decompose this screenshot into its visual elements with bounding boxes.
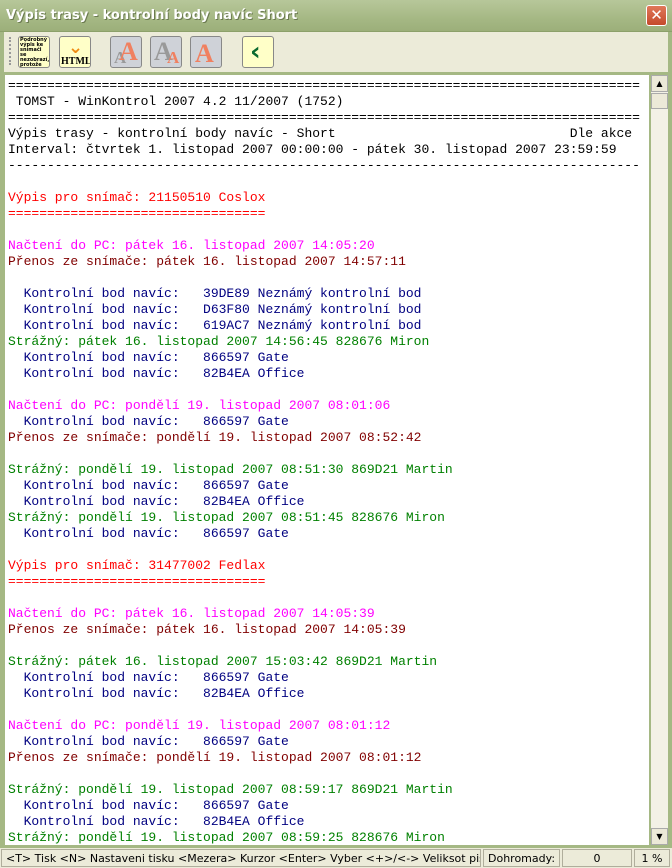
report-line: Kontrolní bod navíc: 866597 Gate	[8, 798, 289, 813]
report-line: Strážný: pátek 16. listopad 2007 15:03:4…	[8, 654, 438, 669]
report-line	[8, 542, 649, 558]
report-line: Kontrolní bod navíc: 39DE89 Neznámý kont…	[8, 286, 422, 301]
status-bar: <T> Tisk <N> Nastaveni tisku <Mezera> Ku…	[0, 848, 672, 868]
report-line: Kontrolní bod navíc: 866597 Gate	[8, 414, 289, 429]
html-label: HTML	[61, 56, 91, 67]
report-line: Načtení do PC: pondělí 19. listopad 2007…	[8, 718, 391, 733]
document-icon: Podrobný výpis ke snímači se nezobrazí, …	[20, 37, 50, 68]
report-line: Strážný: pátek 16. listopad 2007 14:56:4…	[8, 334, 430, 349]
report-line	[8, 702, 649, 718]
report-line: ========================================…	[8, 78, 640, 93]
report-line: Kontrolní bod navíc: 82B4EA Office	[8, 494, 305, 509]
report-line	[8, 382, 649, 398]
window-title: Výpis trasy - kontrolní body navíc Short	[6, 8, 298, 23]
report-line: Přenos ze snímače: pátek 16. listopad 20…	[8, 254, 406, 269]
report-line	[8, 446, 649, 462]
font-larger-icon: A	[119, 37, 138, 66]
report-text[interactable]: ================================= =======…	[5, 75, 649, 845]
download-chevron-icon: ⌄	[68, 37, 84, 58]
status-cursor: 0	[562, 849, 632, 867]
report-line: Načtení do PC: pondělí 19. listopad 2007…	[8, 398, 391, 413]
report-line	[8, 638, 649, 654]
status-total: Dohromady: 51	[483, 849, 560, 867]
report-line: Kontrolní bod navíc: 866597 Gate	[8, 670, 289, 685]
report-line: Načtení do PC: pátek 16. listopad 2007 1…	[8, 606, 375, 621]
report-line: Přenos ze snímače: pondělí 19. listopad …	[8, 430, 422, 445]
report-line: =================================	[8, 574, 266, 589]
font-default-icon: A	[195, 39, 214, 68]
report-line: Strážný: pondělí 19. listopad 2007 08:51…	[8, 510, 445, 525]
font-smaller-button[interactable]: AA	[150, 36, 182, 68]
report-line: Kontrolní bod navíc: 82B4EA Office	[8, 366, 305, 381]
close-button[interactable]: ✕	[646, 5, 667, 26]
report-line: Kontrolní bod navíc: 866597 Gate	[8, 734, 289, 749]
report-area: ================================= =======…	[0, 72, 672, 848]
back-arrow-icon: ‹	[250, 37, 261, 67]
scroll-thumb[interactable]	[651, 93, 668, 109]
report-line	[8, 222, 649, 238]
report-line: TOMST - WinKontrol 2007 4.2 11/2007 (175…	[8, 94, 344, 109]
report-line: Kontrolní bod navíc: 82B4EA Office	[8, 814, 305, 829]
report-line: Kontrolní bod navíc: 866597 Gate	[8, 350, 289, 365]
toolbar: Podrobný výpis ke snímači se nezobrazí, …	[0, 32, 672, 72]
report-line: Výpis trasy - kontrolní body navíc - Sho…	[8, 126, 633, 141]
report-line: Přenos ze snímače: pondělí 19. listopad …	[8, 750, 422, 765]
font-smaller-icon: A	[167, 48, 180, 67]
report-line	[8, 270, 649, 286]
font-larger-button[interactable]: AA	[110, 36, 142, 68]
report-line: Kontrolní bod navíc: 82B4EA Office	[8, 686, 305, 701]
report-line: Kontrolní bod navíc: 619AC7 Neznámý kont…	[8, 318, 422, 333]
report-line: ----------------------------------------…	[8, 158, 640, 173]
toolbar-grip[interactable]	[9, 37, 12, 65]
status-percent: 1 %	[634, 849, 670, 867]
scroll-up-arrow-icon[interactable]: ▲	[651, 75, 668, 92]
report-line	[8, 174, 649, 190]
status-help: <T> Tisk <N> Nastaveni tisku <Mezera> Ku…	[1, 849, 481, 867]
report-line: Strážný: pondělí 19. listopad 2007 08:59…	[8, 830, 445, 845]
report-line	[8, 590, 649, 606]
font-default-button[interactable]: A	[190, 36, 222, 68]
report-line	[8, 766, 649, 782]
scroll-down-arrow-icon[interactable]: ▼	[651, 828, 668, 845]
report-line: Interval: čtvrtek 1. listopad 2007 00:00…	[8, 142, 617, 157]
report-line: Načtení do PC: pátek 16. listopad 2007 1…	[8, 238, 375, 253]
report-line: ========================================…	[8, 110, 640, 125]
html-export-button[interactable]: ⌄ HTML	[59, 36, 91, 68]
report-line: Přenos ze snímače: pátek 16. listopad 20…	[8, 622, 406, 637]
report-line: Kontrolní bod navíc: 866597 Gate	[8, 478, 289, 493]
report-line: Strážný: pondělí 19. listopad 2007 08:51…	[8, 462, 453, 477]
report-line: Výpis pro snímač: 21150510 Coslox	[8, 190, 266, 205]
back-button[interactable]: ‹	[242, 36, 274, 68]
report-line: Kontrolní bod navíc: D63F80 Neznámý kont…	[8, 302, 422, 317]
report-line: Kontrolní bod navíc: 866597 Gate	[8, 526, 289, 541]
detail-report-button[interactable]: Podrobný výpis ke snímači se nezobrazí, …	[18, 36, 50, 68]
report-line: =================================	[8, 206, 266, 221]
title-bar: Výpis trasy - kontrolní body navíc Short…	[0, 0, 672, 32]
report-line: Strážný: pondělí 19. listopad 2007 08:59…	[8, 782, 453, 797]
report-line: Výpis pro snímač: 31477002 Fedlax	[8, 558, 266, 573]
vertical-scrollbar[interactable]: ▲ ▼	[651, 75, 668, 845]
